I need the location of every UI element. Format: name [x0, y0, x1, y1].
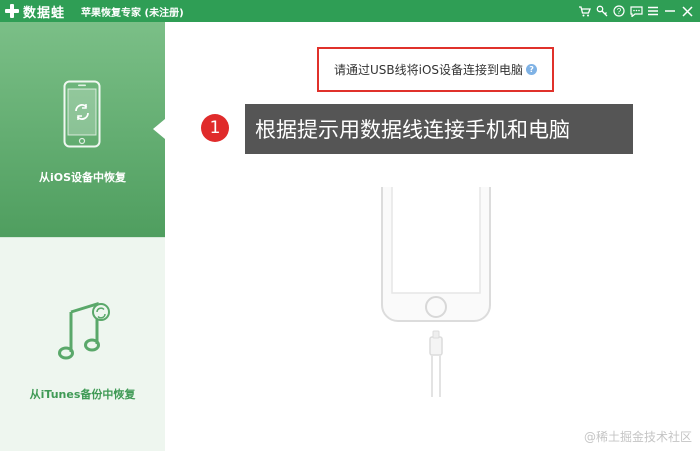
instruction-text: 请通过USB线将iOS设备连接到电脑: [333, 63, 524, 77]
itunes-music-icon: [58, 301, 110, 360]
tooltip-text: 根据提示用数据线连接手机和电脑: [255, 118, 570, 142]
sidebar-item-label: 从iOS设备中恢复: [38, 171, 127, 184]
sidebar: 从iOS设备中恢复 从iTunes备份中恢复: [0, 22, 165, 451]
menu-icon[interactable]: [646, 4, 660, 18]
active-item-pointer: [153, 119, 165, 139]
question-help-icon[interactable]: ?: [526, 64, 538, 75]
sidebar-item-itunes-backup[interactable]: 从iTunes备份中恢复: [0, 237, 165, 451]
window-title: 苹果恢复专家 (未注册): [81, 7, 184, 19]
phone-restore-icon: [63, 80, 101, 148]
brand-name: 数据蛙: [23, 5, 66, 21]
chat-icon[interactable]: [629, 4, 643, 18]
connection-instruction-box: 请通过USB线将iOS设备连接到电脑 ?: [317, 47, 554, 92]
key-icon[interactable]: [595, 4, 609, 18]
logo-cross-icon: [5, 4, 19, 18]
sidebar-item-label: 从iTunes备份中恢复: [29, 388, 136, 401]
close-icon[interactable]: [680, 4, 694, 18]
step-number-badge: 1: [201, 114, 229, 142]
titlebar-controls: ?: [578, 0, 694, 22]
sidebar-item-ios-device[interactable]: 从iOS设备中恢复: [0, 22, 165, 237]
minimize-icon[interactable]: [663, 4, 677, 18]
main-panel: 请通过USB线将iOS设备连接到电脑 ? 1 根据提示用数据线连接手机和电脑: [165, 22, 700, 451]
svg-text:?: ?: [617, 7, 622, 16]
watermark: @稀土掘金技术社区: [583, 430, 692, 444]
app-logo: 数据蛙: [5, 2, 65, 21]
step-tooltip: 根据提示用数据线连接手机和电脑: [245, 104, 633, 154]
title-bar: 数据蛙 苹果恢复专家 (未注册) ?: [0, 0, 700, 22]
help-icon[interactable]: ?: [612, 4, 626, 18]
phone-cable-illustration-icon: [381, 187, 491, 397]
cart-icon[interactable]: [578, 4, 592, 18]
